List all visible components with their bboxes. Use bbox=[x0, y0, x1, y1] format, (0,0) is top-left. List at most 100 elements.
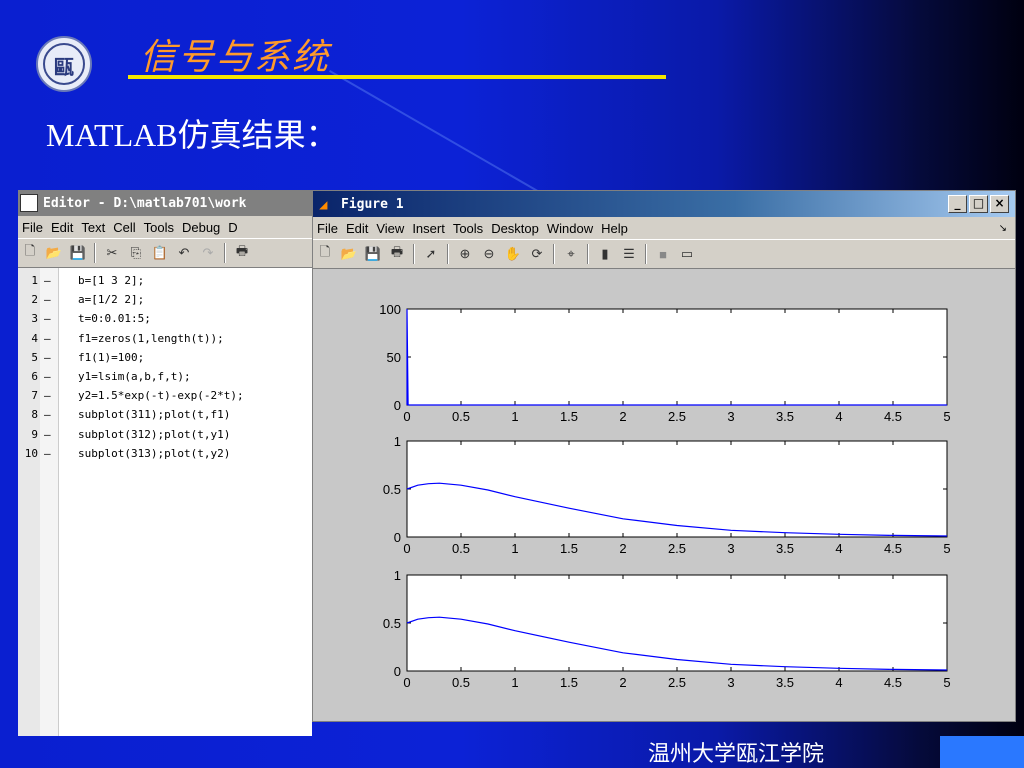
x-tick-label: 0.5 bbox=[452, 409, 470, 424]
y-tick-label: 0.5 bbox=[383, 482, 401, 497]
subplot-axes-1 bbox=[406, 308, 948, 406]
print-icon[interactable]: 🖶 bbox=[388, 244, 406, 262]
editor-menu-debug[interactable]: Debug bbox=[182, 220, 220, 235]
editor-toolbar: 🗋 📂 💾 ✂ ⎘ 📋 ↶ ↷ 🖶 bbox=[18, 238, 312, 268]
toolbar-separator bbox=[587, 244, 589, 264]
minimize-button[interactable]: _ bbox=[948, 195, 967, 213]
zoom-out-icon[interactable]: ⊖ bbox=[480, 246, 498, 262]
x-tick-label: 3 bbox=[727, 409, 734, 424]
dock-arrow-icon[interactable]: ↘ bbox=[999, 223, 1007, 234]
open-icon[interactable]: 📂 bbox=[45, 245, 63, 261]
line-number: 1 bbox=[31, 274, 38, 287]
toolbar-separator bbox=[413, 244, 415, 264]
editor-menu-tools[interactable]: Tools bbox=[144, 220, 174, 235]
editor-menu-desktop[interactable]: D bbox=[228, 220, 237, 235]
y-tick-label: 50 bbox=[387, 350, 401, 365]
editor-menu-edit[interactable]: Edit bbox=[51, 220, 73, 235]
new-icon[interactable]: 🗋 bbox=[316, 244, 334, 262]
paste-icon[interactable]: 📋 bbox=[151, 245, 169, 261]
code-line[interactable]: 3– t=0:0.01:5; bbox=[18, 312, 312, 330]
editor-app-icon bbox=[20, 194, 38, 212]
save-icon[interactable]: 💾 bbox=[364, 246, 382, 262]
x-tick-label: 5 bbox=[943, 541, 950, 556]
x-tick-label: 0.5 bbox=[452, 541, 470, 556]
breakpoint-dash[interactable]: – bbox=[44, 351, 51, 364]
code-line[interactable]: 10– subplot(313);plot(t,y2) bbox=[18, 447, 312, 465]
title-underline bbox=[128, 75, 666, 79]
code-line[interactable]: 6– y1=lsim(a,b,f,t); bbox=[18, 370, 312, 388]
breakpoint-dash[interactable]: – bbox=[44, 312, 51, 325]
pointer-icon[interactable]: ➚ bbox=[422, 246, 440, 262]
rotate-icon[interactable]: ⟳ bbox=[528, 246, 546, 262]
editor-titlebar[interactable]: Editor - D:\matlab701\work bbox=[18, 190, 312, 216]
subplots-canvas: 0 0.5 1 1.5 2 2.5 3 3.5 4 4.5 50501000 0.5 1 1.5 2 2.5 3… bbox=[379, 302, 950, 690]
figure-menu-file[interactable]: File bbox=[317, 221, 338, 236]
code-text: t=0:0.01:5; bbox=[78, 312, 151, 326]
figure-menu-desktop[interactable]: Desktop bbox=[491, 221, 539, 236]
code-line[interactable]: 9– subplot(312);plot(t,y1) bbox=[18, 428, 312, 446]
data-cursor-icon[interactable]: ⌖ bbox=[562, 246, 580, 262]
code-line[interactable]: 5– f1(1)=100; bbox=[18, 351, 312, 369]
x-tick-label: 4.5 bbox=[884, 541, 902, 556]
figure-menu-tools[interactable]: Tools bbox=[453, 221, 483, 236]
university-logo: 甌 bbox=[36, 36, 92, 92]
figure-titlebar[interactable]: ◢ Figure 1 _ □ × bbox=[313, 191, 1015, 217]
breakpoint-dash[interactable]: – bbox=[44, 428, 51, 441]
figure-plot-area: 0 0.5 1 1.5 2 2.5 3 3.5 4 4.5 5 0 50 100 0 0.5 1 1.5 2 2.5 3… bbox=[313, 269, 1015, 721]
y-tick-label: 1 bbox=[394, 434, 401, 449]
figure-menu-help[interactable]: Help bbox=[601, 221, 628, 236]
copy-icon[interactable]: ⎘ bbox=[127, 245, 145, 261]
redo-icon[interactable]: ↷ bbox=[199, 245, 217, 261]
slide-title: 信号与系统 bbox=[140, 37, 331, 78]
figure-menu-view[interactable]: View bbox=[376, 221, 404, 236]
code-line[interactable]: 7– y2=1.5*exp(-t)-exp(-2*t); bbox=[18, 389, 312, 407]
undo-icon[interactable]: ↶ bbox=[175, 245, 193, 261]
breakpoint-dash[interactable]: – bbox=[44, 370, 51, 383]
line-number: 3 bbox=[31, 312, 38, 326]
new-icon[interactable]: 🗋 bbox=[21, 243, 39, 261]
editor-menubar: File Edit Text Cell Tools Debug D bbox=[18, 216, 312, 238]
legend-icon[interactable]: ☰ bbox=[620, 246, 638, 262]
colorbar-icon[interactable]: ▮ bbox=[596, 246, 614, 262]
figure-menu-insert[interactable]: Insert bbox=[412, 221, 445, 236]
hide-plot-tools-icon[interactable]: ■ bbox=[654, 246, 672, 262]
show-plot-tools-icon[interactable]: ▭ bbox=[678, 246, 696, 262]
code-area[interactable]: 1– b=[1 3 2]; 2– a=[1/2 2]; 3– t=0:0.01:5; 4– f… bbox=[18, 268, 312, 736]
code-text: subplot(313);plot(t,y2) bbox=[78, 446, 231, 460]
x-tick-label: 3.5 bbox=[776, 541, 794, 556]
y-tick-label: 0.5 bbox=[383, 616, 401, 631]
breakpoint-dash[interactable]: – bbox=[44, 293, 51, 306]
code-line[interactable]: 4– f1=zeros(1,length(t)); bbox=[18, 332, 312, 350]
zoom-in-icon[interactable]: ⊕ bbox=[456, 246, 474, 262]
save-icon[interactable]: 💾 bbox=[69, 245, 87, 261]
code-text: a=[1/2 2]; bbox=[78, 293, 145, 307]
print-icon[interactable]: 🖶 bbox=[233, 243, 251, 261]
close-button[interactable]: × bbox=[990, 195, 1009, 213]
breakpoint-dash[interactable]: – bbox=[44, 447, 51, 460]
cut-icon[interactable]: ✂ bbox=[103, 245, 121, 261]
editor-menu-cell[interactable]: Cell bbox=[113, 220, 135, 235]
editor-menu-file[interactable]: File bbox=[22, 220, 43, 235]
logo-char: 甌 bbox=[54, 55, 74, 79]
maximize-button[interactable]: □ bbox=[969, 195, 988, 213]
breakpoint-dash[interactable]: – bbox=[44, 389, 51, 402]
line-number: 8 bbox=[31, 408, 38, 422]
open-icon[interactable]: 📂 bbox=[340, 246, 358, 262]
pan-icon[interactable]: ✋ bbox=[504, 246, 522, 262]
figure-menu-edit[interactable]: Edit bbox=[346, 221, 368, 236]
x-tick-label: 4.5 bbox=[884, 675, 902, 690]
code-line[interactable]: 1– b=[1 3 2]; bbox=[18, 274, 312, 292]
code-line[interactable]: 8– subplot(311);plot(t,f1) bbox=[18, 408, 312, 426]
breakpoint-dash[interactable]: – bbox=[44, 274, 51, 287]
code-line[interactable]: 2– a=[1/2 2]; bbox=[18, 293, 312, 311]
figure-menu-window[interactable]: Window bbox=[547, 221, 593, 236]
line-number: 4 bbox=[31, 331, 38, 345]
x-tick-label: 4.5 bbox=[884, 409, 902, 424]
y-tick-label: 0 bbox=[394, 664, 401, 679]
x-tick-label: 5 bbox=[943, 409, 950, 424]
breakpoint-dash[interactable]: – bbox=[44, 408, 51, 421]
figure-menubar: File Edit View Insert Tools Desktop Wind… bbox=[313, 217, 1015, 239]
editor-menu-text[interactable]: Text bbox=[81, 220, 105, 235]
x-tick-label: 2 bbox=[619, 675, 626, 690]
breakpoint-dash[interactable]: – bbox=[44, 332, 51, 345]
